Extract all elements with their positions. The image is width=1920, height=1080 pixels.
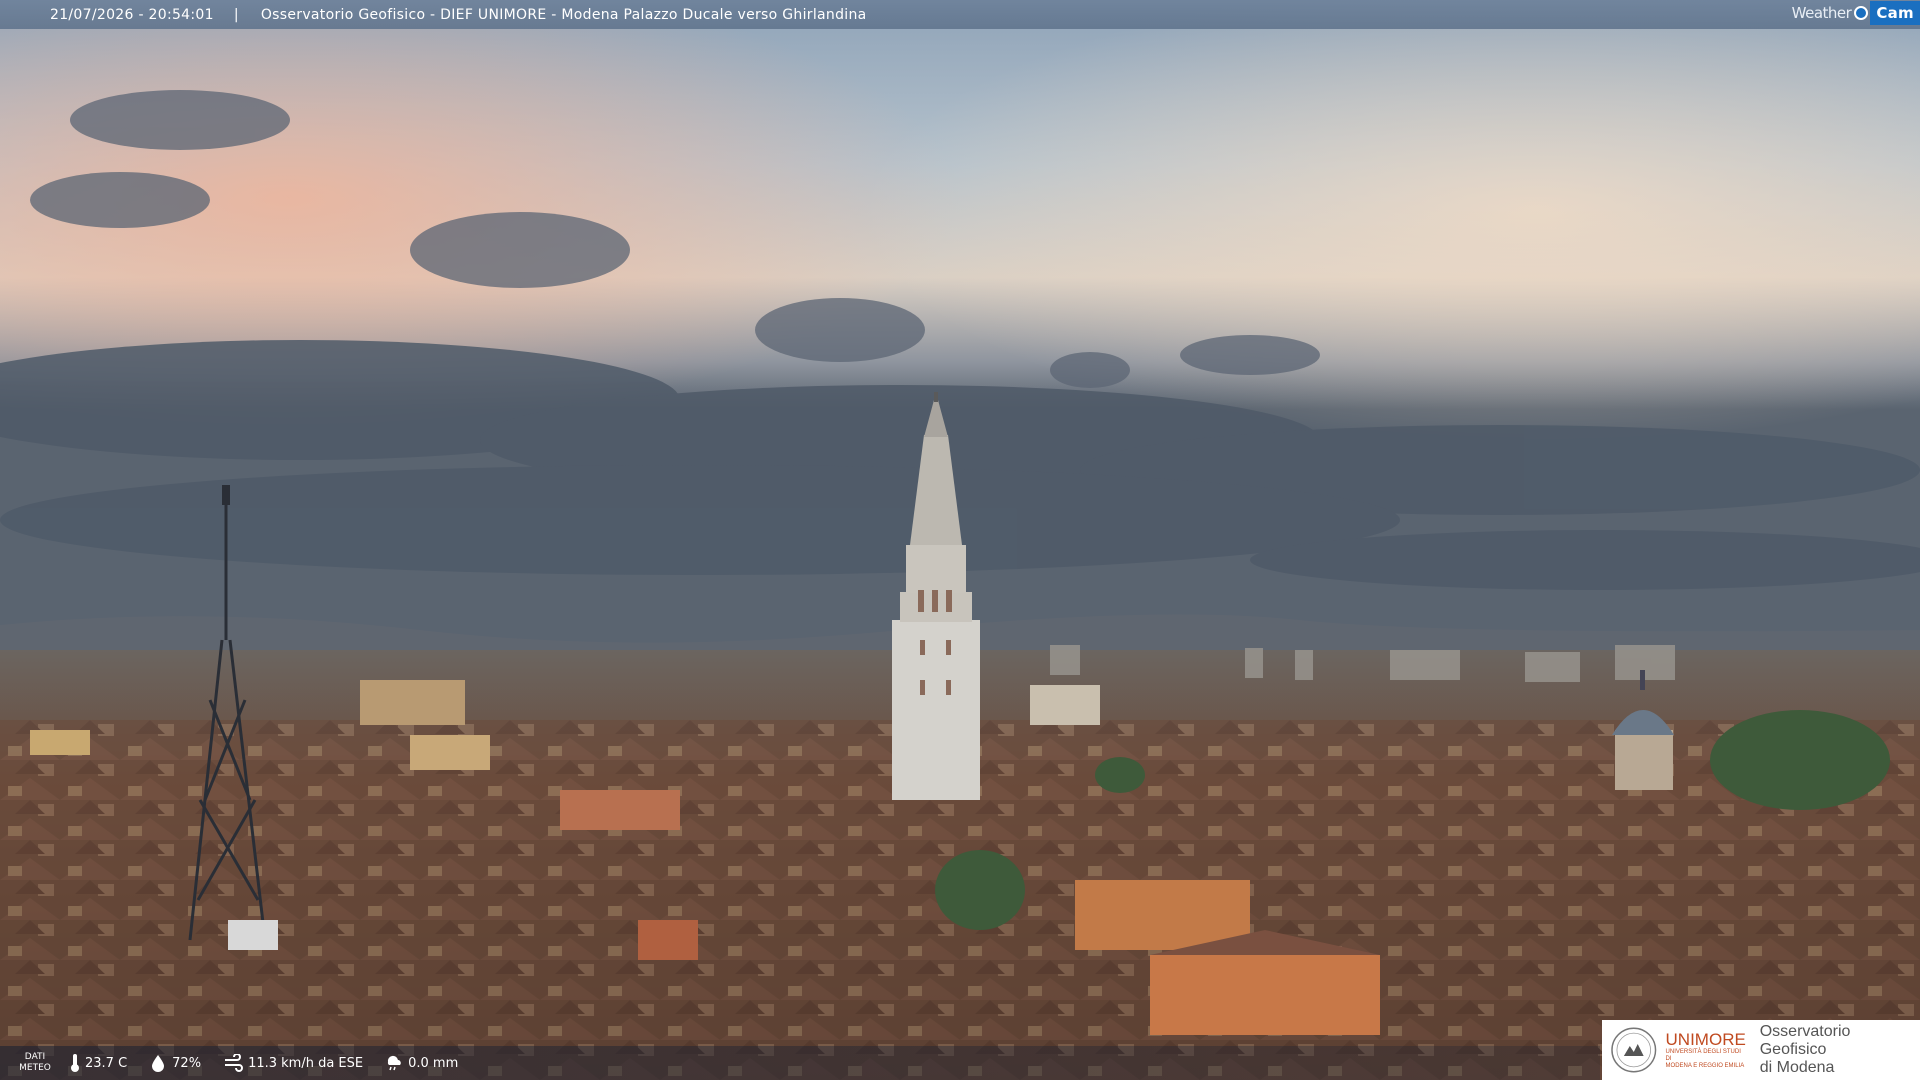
- logo-cam-text: Cam: [1870, 1, 1920, 25]
- logo-dot-icon: [1854, 6, 1869, 20]
- humidity-value: 72%: [172, 1055, 202, 1071]
- rain-value: 0.0 mm: [408, 1055, 459, 1071]
- observatory-name: Osservatorio Geofisico di Modena: [1759, 1023, 1851, 1076]
- weathercam-logo[interactable]: Weather Cam: [1792, 0, 1920, 26]
- university-seal-icon: [1611, 1027, 1657, 1073]
- humidity-readout: 72%: [149, 1054, 201, 1072]
- rain-icon: [388, 1055, 401, 1071]
- separator: |: [233, 6, 239, 23]
- temperature-value: 23.7 C: [85, 1055, 128, 1071]
- temperature-readout: 23.7 C: [70, 1053, 127, 1073]
- logo-weather-text: Weather: [1791, 4, 1852, 22]
- rain-readout: 0.0 mm: [385, 1054, 458, 1072]
- dati-meteo-label: DATI METEO: [19, 1052, 51, 1073]
- thermometer-icon: [71, 1054, 79, 1072]
- wind-icon: [225, 1054, 244, 1072]
- weather-bar: DATI METEO 23.7 C 72% 11.3 km/h da ESE 0…: [0, 1046, 1600, 1080]
- timestamp: 21/07/2026 - 20:54:01: [50, 6, 214, 23]
- droplet-icon: [152, 1055, 165, 1072]
- wind-readout: 11.3 km/h da ESE: [223, 1054, 363, 1072]
- wind-value: 11.3 km/h da ESE: [248, 1055, 364, 1071]
- unimore-logo-box[interactable]: UNIMORE UNIVERSITÀ DEGLI STUDI DI MODENA…: [1602, 1020, 1920, 1080]
- camera-title: Osservatorio Geofisico - DIEF UNIMORE - …: [260, 6, 867, 23]
- header-bar: 21/07/2026 - 20:54:01 | Osservatorio Geo…: [0, 0, 1920, 29]
- university-name: UNIMORE UNIVERSITÀ DEGLI STUDI DI MODENA…: [1665, 1029, 1746, 1069]
- webcam-photo: [0, 0, 1920, 1080]
